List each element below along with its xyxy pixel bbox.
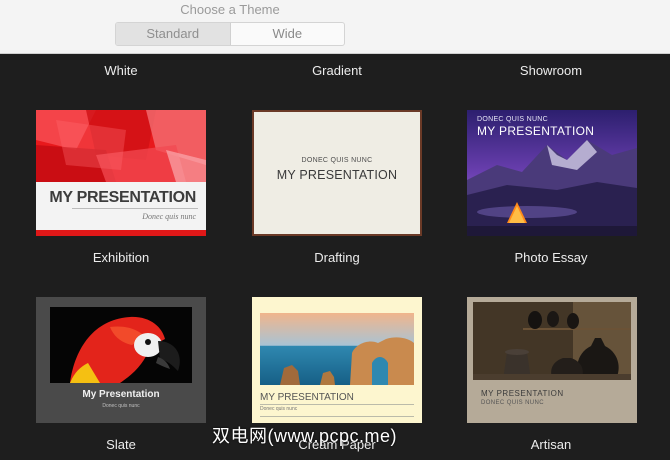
exhibition-bottom-strip	[36, 230, 206, 236]
exhibition-subtitle-text: Donec quis nunc	[142, 212, 196, 221]
aspect-segmented-control: Standard Wide	[115, 22, 345, 46]
cream-title-text: MY PRESENTATION	[260, 392, 354, 403]
artisan-title-text: MY PRESENTATION	[481, 389, 564, 398]
theme-label-showroom[interactable]: Showroom	[461, 63, 641, 78]
photo-essay-subtitle-text: DONEC QUIS NUNC	[477, 116, 549, 123]
theme-label-exhibition[interactable]: Exhibition	[31, 250, 211, 265]
wide-segment-button[interactable]: Wide	[231, 23, 345, 45]
theme-label-gradient[interactable]: Gradient	[247, 63, 427, 78]
slate-parrot-photo	[50, 307, 192, 383]
artisan-subtitle-text: DONEC QUIS NUNC	[481, 400, 545, 406]
theme-label-artisan[interactable]: Artisan	[461, 437, 641, 452]
dialog-title: Choose a Theme	[180, 2, 280, 17]
cream-photo-frame	[260, 313, 414, 385]
theme-thumbnail-photo-essay[interactable]: DONEC QUIS NUNC MY PRESENTATION	[467, 110, 637, 236]
photo-essay-title-text: MY PRESENTATION	[477, 124, 595, 138]
theme-thumbnail-slate[interactable]: My Presentation Donec quis nunc	[36, 297, 206, 423]
cream-rule-top	[260, 404, 414, 405]
theme-thumbnail-drafting[interactable]: DONEC QUIS NUNC MY PRESENTATION	[252, 110, 422, 236]
theme-label-slate[interactable]: Slate	[31, 437, 211, 452]
theme-thumbnail-exhibition[interactable]: MY PRESENTATION Donec quis nunc	[36, 110, 206, 236]
theme-thumbnail-artisan[interactable]: MY PRESENTATION DONEC QUIS NUNC	[467, 297, 637, 423]
artisan-pottery-photo	[473, 302, 631, 380]
theme-label-white[interactable]: White	[31, 63, 211, 78]
drafting-title-text: MY PRESENTATION	[276, 168, 398, 182]
theme-label-drafting[interactable]: Drafting	[247, 250, 427, 265]
cream-subtitle-text: Donec quis nunc	[260, 406, 298, 412]
exhibition-pattern-art	[36, 110, 206, 182]
cream-seascape-photo	[260, 313, 414, 385]
watermark-text: 双电网(www.pcpc.me)	[212, 426, 398, 446]
slate-subtitle-text: Donec quis nunc	[102, 403, 140, 409]
slate-title-text: My Presentation	[82, 389, 160, 400]
theme-chooser-header: Choose a Theme Standard Wide	[0, 0, 670, 54]
exhibition-rule	[72, 208, 198, 209]
exhibition-title-text: MY PRESENTATION	[49, 189, 196, 206]
theme-thumbnail-cream-paper[interactable]: MY PRESENTATION Donec quis nunc	[252, 297, 422, 423]
artisan-photo-frame	[473, 302, 631, 380]
standard-segment-button[interactable]: Standard	[116, 23, 231, 45]
slate-photo-frame	[50, 307, 192, 383]
theme-label-photo-essay[interactable]: Photo Essay	[461, 250, 641, 265]
drafting-subtitle-text: DONEC QUIS NUNC	[301, 157, 373, 164]
cream-rule-bottom	[260, 416, 414, 417]
